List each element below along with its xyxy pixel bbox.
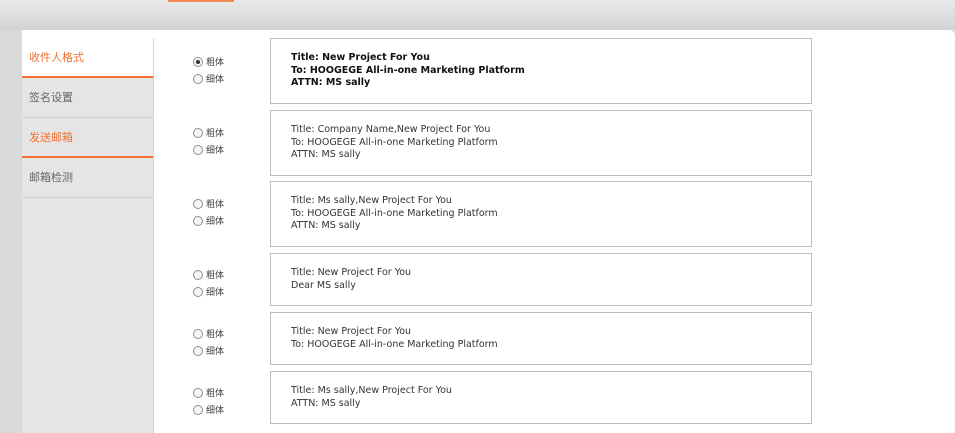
format-option-2[interactable]: Title: Company Name,New Project For You … — [270, 110, 812, 176]
bold-radio-4[interactable] — [193, 269, 203, 280]
thin-radio-4[interactable] — [193, 286, 203, 297]
bold-radio-5[interactable] — [193, 328, 203, 339]
format-line: ATTN: MS sally — [291, 397, 361, 409]
thin-radio-label: 细体 — [206, 406, 225, 416]
format-line: Title: Company Name,New Project For You — [291, 124, 491, 135]
radio-group-2: 粗体 细体 — [193, 124, 224, 158]
bold-radio-6[interactable] — [193, 387, 203, 398]
top-bar — [0, 0, 955, 30]
radio-group-5: 粗体 细体 — [193, 325, 224, 359]
bold-radio-label: 粗体 — [206, 389, 225, 399]
bold-radio-3[interactable] — [193, 198, 203, 209]
format-line: Dear MS sally — [291, 279, 356, 291]
format-option-3[interactable]: Title: Ms sally,New Project For You To: … — [270, 181, 812, 247]
sidebar-item-label: 收件人格式 — [29, 51, 84, 64]
format-line: To: HOOGEGE All-in-one Marketing Platfor… — [291, 207, 498, 219]
bold-radio-label: 粗体 — [206, 330, 225, 340]
thin-radio-6[interactable] — [193, 404, 203, 415]
format-line: Title: New Project For You — [291, 267, 412, 278]
format-line: Title: Ms sally,New Project For You — [291, 195, 452, 206]
bold-radio-label: 粗体 — [206, 58, 225, 68]
bold-radio-label: 粗体 — [206, 200, 225, 210]
format-option-4[interactable]: Title: New Project For You Dear MS sally — [270, 253, 812, 306]
format-line: To: HOOGEGE All-in-one Marketing Platfor… — [291, 338, 498, 350]
sidebar-item-signature-settings[interactable]: 签名设置 — [22, 78, 153, 118]
format-line: Title: Ms sally,New Project For You — [291, 385, 452, 396]
sidebar-item-label: 发送邮箱 — [29, 131, 73, 144]
bold-radio-1[interactable] — [193, 56, 203, 67]
thin-radio-2[interactable] — [193, 144, 203, 155]
thin-radio-label: 细体 — [206, 288, 225, 298]
sidebar-item-mailbox-check[interactable]: 邮箱检测 — [22, 158, 153, 198]
radio-group-1: 粗体 细体 — [193, 53, 224, 87]
thin-radio-1[interactable] — [193, 73, 203, 84]
format-line: ATTN: MS sally — [291, 149, 361, 160]
active-tab-indicator — [168, 0, 234, 2]
format-option-1[interactable]: Title: New Project For You To: HOOGEGE A… — [270, 38, 812, 104]
bold-radio-label: 粗体 — [206, 129, 225, 139]
format-option-6[interactable]: Title: Ms sally,New Project For You ATTN… — [270, 371, 812, 424]
thin-radio-5[interactable] — [193, 345, 203, 356]
format-option-5[interactable]: Title: New Project For You To: HOOGEGE A… — [270, 312, 812, 365]
sidebar-item-recipient-format[interactable]: 收件人格式 — [22, 38, 153, 78]
bold-radio-2[interactable] — [193, 127, 203, 138]
radio-group-6: 粗体 细体 — [193, 384, 224, 418]
radio-group-4: 粗体 细体 — [193, 266, 224, 300]
format-line: Title: New Project For You — [291, 326, 412, 337]
thin-radio-label: 细体 — [206, 347, 225, 357]
format-line: ATTN: MS sally — [291, 77, 371, 88]
radio-group-3: 粗体 细体 — [193, 195, 224, 229]
sidebar-item-sending-mailbox[interactable]: 发送邮箱 — [22, 118, 153, 158]
format-line: To: HOOGEGE All-in-one Marketing Platfor… — [291, 136, 498, 148]
format-line: ATTN: MS sally — [291, 220, 361, 231]
thin-radio-label: 细体 — [206, 75, 225, 85]
format-line: Title: New Project For You — [291, 52, 430, 63]
thin-radio-label: 细体 — [206, 217, 225, 227]
format-line: To: HOOGEGE All-in-one Marketing Platfor… — [291, 64, 525, 76]
thin-radio-label: 细体 — [206, 146, 225, 156]
sidebar-item-label: 邮箱检测 — [29, 171, 73, 184]
sidebar: 收件人格式 签名设置 发送邮箱 邮箱检测 — [22, 38, 154, 433]
sidebar-item-label: 签名设置 — [29, 91, 73, 104]
bold-radio-label: 粗体 — [206, 271, 225, 281]
thin-radio-3[interactable] — [193, 215, 203, 226]
